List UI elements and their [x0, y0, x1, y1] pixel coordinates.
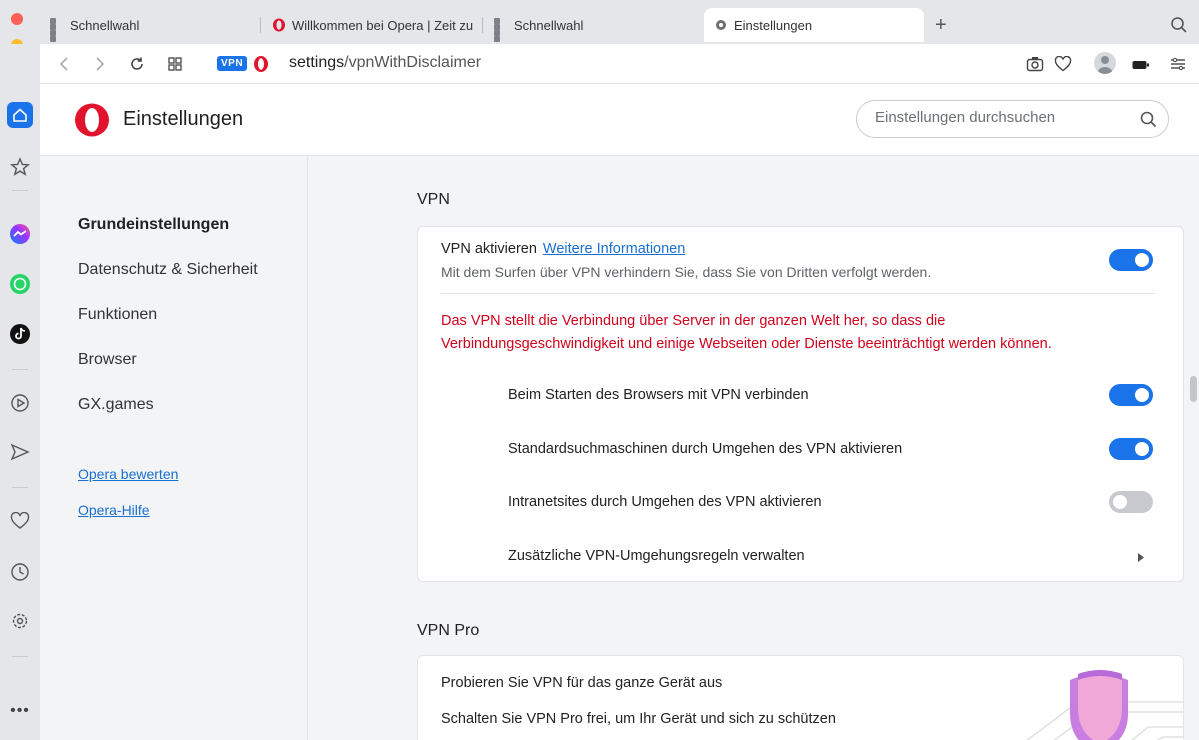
url-host: settings — [289, 54, 345, 71]
tab-bar: Schnellwahl Willkommen bei Opera | Zeit … — [0, 0, 1199, 51]
tab-search-icon[interactable] — [1170, 16, 1188, 39]
plus-icon: + — [935, 13, 947, 36]
vpn-enable-toggle[interactable] — [1109, 249, 1153, 271]
vpn-pro-description: Schalten Sie VPN Pro frei, um Ihr Gerät … — [441, 711, 836, 727]
tab-label: Einstellungen — [734, 17, 813, 33]
tab-divider — [482, 17, 483, 33]
more-icon[interactable]: ••• — [7, 698, 33, 724]
scrollbar-thumb[interactable] — [1190, 376, 1197, 402]
grid-icon — [168, 57, 182, 71]
settings-main: VPN VPN aktivieren Weitere Informationen … — [308, 156, 1199, 740]
bypass-intranet-label: Intranetsites durch Umgehen des VPN akti… — [508, 494, 822, 510]
tab-overview-button[interactable] — [164, 52, 186, 76]
heart-icon[interactable] — [1054, 55, 1072, 77]
url-field[interactable]: settings/vpnWithDisclaimer — [289, 54, 481, 72]
connect-on-start-toggle[interactable] — [1109, 384, 1153, 406]
vpn-warning-line: Verbindungsgeschwindigkeit und einige We… — [441, 336, 1052, 352]
speed-dial-icon — [50, 18, 64, 42]
tab-einstellungen[interactable]: Einstellungen — [704, 8, 924, 42]
chevron-right-icon — [96, 57, 105, 71]
settings-search-box[interactable] — [856, 100, 1169, 138]
more-info-link[interactable]: Weitere Informationen — [543, 241, 685, 257]
easy-setup-icon[interactable] — [1170, 57, 1186, 76]
nav-item-datenschutz[interactable]: Datenschutz & Sicherheit — [78, 261, 258, 279]
sidebar-divider — [12, 656, 28, 657]
tab-schnellwahl-2[interactable]: Schnellwahl — [484, 8, 694, 42]
vpn-pro-headline: Probieren Sie VPN für das ganze Gerät au… — [441, 675, 723, 691]
speed-dial-icon — [494, 18, 508, 42]
whatsapp-icon[interactable] — [7, 271, 33, 297]
page-title: Einstellungen — [123, 108, 244, 130]
connect-on-start-label: Beim Starten des Browsers mit VPN verbin… — [508, 387, 809, 403]
sidebar-divider — [12, 190, 28, 191]
vpn-pro-card: Probieren Sie VPN für das ganze Gerät au… — [417, 655, 1184, 740]
vpn-badge[interactable]: VPN — [217, 56, 248, 71]
vpn-enable-row: VPN aktivieren Weitere Informationen — [441, 241, 685, 257]
vpn-enable-description: Mit dem Surfen über VPN verhindern Sie, … — [441, 264, 932, 280]
sidebar-divider — [12, 487, 28, 488]
nav-item-funktionen[interactable]: Funktionen — [78, 306, 157, 324]
profile-avatar-icon[interactable] — [1094, 52, 1116, 74]
tab-schnellwahl-1[interactable]: Schnellwahl — [40, 8, 260, 42]
vpn-warning-text: Das VPN stellt die Verbindung über Serve… — [441, 310, 1141, 356]
nav-item-grundeinstellungen[interactable]: Grundeinstellungen — [78, 216, 229, 234]
bypass-intranet-toggle[interactable] — [1109, 491, 1153, 513]
tiktok-icon[interactable] — [7, 321, 33, 347]
history-icon[interactable] — [7, 559, 33, 585]
opera-logo-icon — [272, 18, 286, 32]
tab-opera-welcome[interactable]: Willkommen bei Opera | Zeit zu — [262, 8, 480, 42]
settings-icon[interactable] — [7, 608, 33, 634]
nav-item-browser[interactable]: Browser — [78, 351, 137, 369]
tab-divider — [260, 17, 261, 33]
address-toolbar: VPN settings/vpnWithDisclaimer — [40, 44, 1199, 84]
vpn-section-title: VPN — [417, 191, 450, 208]
sidebar-divider — [12, 369, 28, 370]
reload-button[interactable] — [126, 52, 148, 76]
new-tab-button[interactable]: + — [925, 8, 955, 42]
send-icon[interactable] — [7, 439, 33, 465]
browser-sidebar: ••• — [0, 44, 40, 740]
vpn-card: VPN aktivieren Weitere Informationen Mit … — [417, 226, 1184, 582]
bypass-search-toggle[interactable] — [1109, 438, 1153, 460]
messenger-icon[interactable] — [7, 221, 33, 247]
search-icon[interactable] — [1140, 111, 1157, 128]
reload-icon — [131, 57, 143, 70]
nav-item-gx-games[interactable]: GX.games — [78, 396, 154, 414]
divider — [441, 293, 1155, 294]
tab-label: Schnellwahl — [70, 17, 140, 33]
tab-label: Willkommen bei Opera | Zeit zu — [292, 17, 474, 33]
opera-logo-icon — [253, 55, 269, 78]
vpn-pro-section-title: VPN Pro — [417, 622, 480, 639]
settings-header: Einstellungen — [40, 84, 1199, 156]
battery-icon[interactable] — [1132, 58, 1150, 76]
back-button[interactable] — [54, 52, 74, 76]
chevron-left-icon — [59, 57, 68, 71]
star-icon[interactable] — [7, 154, 33, 180]
opera-logo-icon — [74, 103, 110, 142]
vpn-shield-illustration — [1026, 670, 1183, 740]
gear-icon — [714, 18, 728, 32]
settings-search-input[interactable] — [875, 109, 1125, 126]
opera-help-link[interactable]: Opera-Hilfe — [78, 502, 150, 518]
bypass-rules-row[interactable]: Zusätzliche VPN-Umgehungsregeln verwalte… — [418, 531, 1183, 581]
bypass-search-label: Standardsuchmaschinen durch Umgehen des … — [508, 441, 903, 457]
settings-nav: Grundeinstellungen Datenschutz & Sicherh… — [40, 156, 308, 740]
camera-icon[interactable] — [1026, 56, 1044, 77]
player-icon[interactable] — [7, 390, 33, 416]
home-icon[interactable] — [7, 102, 33, 128]
tab-label: Schnellwahl — [514, 17, 584, 33]
forward-button[interactable] — [90, 52, 110, 76]
rate-opera-link[interactable]: Opera bewerten — [78, 466, 178, 482]
chevron-right-icon — [1138, 553, 1144, 562]
close-window-button[interactable] — [11, 13, 23, 25]
url-path: /vpnWithDisclaimer — [344, 54, 482, 71]
heart-icon[interactable] — [7, 508, 33, 534]
bypass-rules-label: Zusätzliche VPN-Umgehungsregeln verwalte… — [508, 548, 805, 564]
vpn-warning-line: Das VPN stellt die Verbindung über Serve… — [441, 313, 946, 329]
vpn-enable-label: VPN aktivieren — [441, 241, 537, 257]
